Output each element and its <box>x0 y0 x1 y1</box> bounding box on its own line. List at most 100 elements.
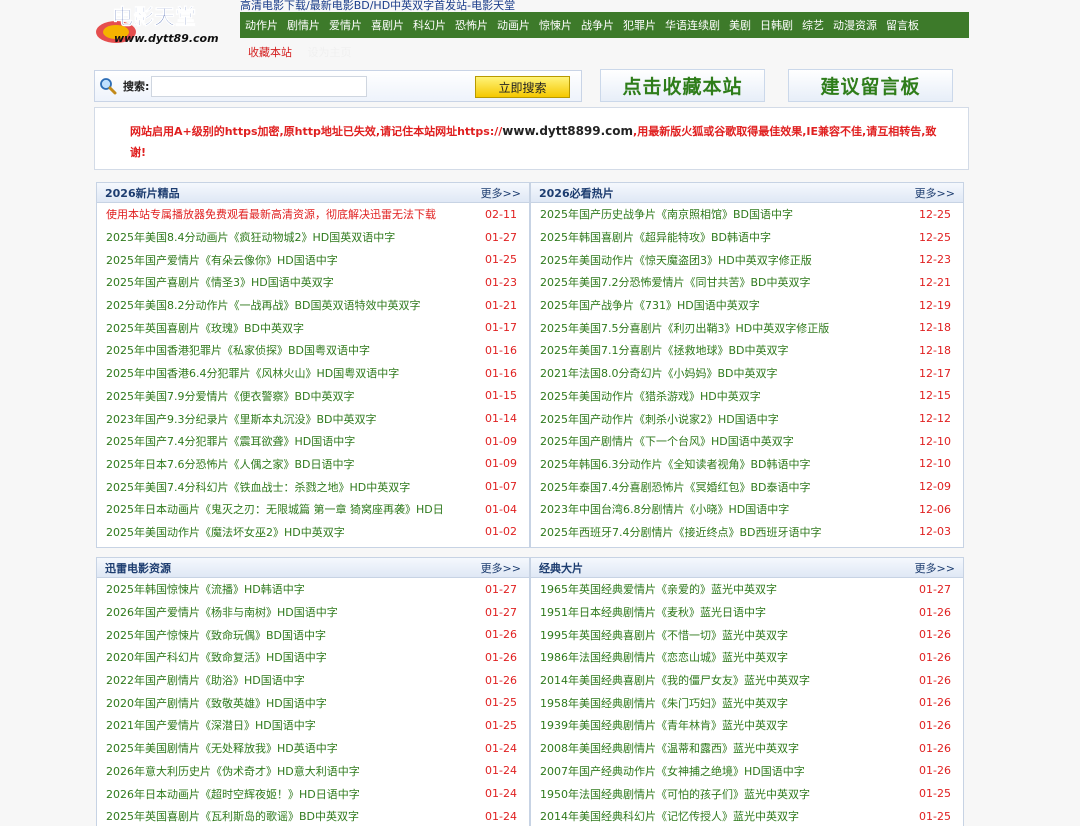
list-item: 2025年韩国6.3分动作片《全知读者视角》BD韩语中字 12-10 <box>531 453 963 476</box>
movie-link[interactable]: 2025年国产历史战争片《南京照相馆》BD国语中字 <box>540 206 793 222</box>
movie-link[interactable]: 2023年中国台湾6.8分剧情片《小晓》HD国语中字 <box>540 501 789 517</box>
nav-item[interactable]: 动漫资源 <box>833 17 877 33</box>
movie-link[interactable]: 2025年美国8.2分动作片《一战再战》BD国英双语特效中英双字 <box>106 297 421 313</box>
movie-link[interactable]: 2025年美国动作片《猎杀游戏》HD中英双字 <box>540 388 761 404</box>
set-homepage-link[interactable]: 设为主页 <box>308 46 352 59</box>
movie-link[interactable]: 2025年美国8.4分动画片《疯狂动物城2》HD国英双语中字 <box>106 229 395 245</box>
nav-item[interactable]: 华语连续剧 <box>665 17 720 33</box>
more-link[interactable]: 更多>> <box>915 560 955 576</box>
movie-link[interactable]: 1958年美国经典剧情片《朱门巧妇》蓝光中英双字 <box>540 695 788 711</box>
movie-link[interactable]: 1939年美国经典剧情片《青年林肯》蓝光中英双字 <box>540 717 788 733</box>
list-item: 2025年中国香港6.4分犯罪片《风林火山》HD国粤双语中字 01-16 <box>97 362 529 385</box>
movie-date: 12-09 <box>919 480 951 494</box>
movie-link[interactable]: 2025年美国剧情片《无处释放我》HD英语中字 <box>106 740 338 756</box>
movie-link[interactable]: 2020年国产剧情片《致敬英雄》HD国语中字 <box>106 695 327 711</box>
nav-item[interactable]: 日韩剧 <box>760 17 793 33</box>
movie-link[interactable]: 2025年国产战争片《731》HD国语中英双字 <box>540 297 760 313</box>
nav-item[interactable]: 科幻片 <box>413 17 446 33</box>
movie-link[interactable]: 1951年日本经典剧情片《麦秋》蓝光日语中字 <box>540 604 766 620</box>
box-title: 2026新片精品 <box>105 186 180 200</box>
movie-link[interactable]: 2021年国产爱情片《深潜日》HD国语中字 <box>106 717 316 733</box>
movie-link[interactable]: 1965年英国经典爱情片《亲爱的》蓝光中英双字 <box>540 581 777 597</box>
nav-item[interactable]: 留言板 <box>886 17 919 33</box>
movie-link[interactable]: 2025年泰国7.4分喜剧恐怖片《冥婚红包》BD泰语中字 <box>540 479 811 495</box>
nav-item[interactable]: 喜剧片 <box>371 17 404 33</box>
movie-date: 01-23 <box>485 275 517 289</box>
nav-item[interactable]: 犯罪片 <box>623 17 656 33</box>
movie-link[interactable]: 1986年法国经典剧情片《恋恋山城》蓝光中英双字 <box>540 649 788 665</box>
nav-item[interactable]: 战争片 <box>581 17 614 33</box>
movie-link[interactable]: 2008年美国经典剧情片《温蒂和露西》蓝光中英双字 <box>540 740 799 756</box>
notice-banner: 网站启用A+级别的https加密,原http地址已失效,请记住本站网址https… <box>94 107 969 170</box>
movie-link[interactable]: 2025年韩国喜剧片《超异能特攻》BD韩语中字 <box>540 229 771 245</box>
movie-link[interactable]: 2025年韩国6.3分动作片《全知读者视角》BD韩语中字 <box>540 456 811 472</box>
movie-link[interactable]: 2014年美国经典科幻片《记忆传授人》蓝光中英双字 <box>540 808 799 824</box>
list-item: 2026年日本动画片《超时空辉夜姬！》HD日语中字 01-24 <box>97 782 529 805</box>
list-item: 1995年英国经典喜剧片《不惜一切》蓝光中英双字 01-26 <box>531 623 963 646</box>
list-item: 1965年英国经典爱情片《亲爱的》蓝光中英双字 01-27 <box>531 578 963 601</box>
movie-link[interactable]: 2025年国产惊悚片《致命玩偶》BD国语中字 <box>106 627 326 643</box>
nav-item[interactable]: 爱情片 <box>329 17 362 33</box>
nav-item[interactable]: 剧情片 <box>287 17 320 33</box>
movie-link[interactable]: 2026年意大利历史片《伪术奇才》HD意大利语中字 <box>106 763 360 779</box>
nav-item[interactable]: 动画片 <box>497 17 530 33</box>
movie-link[interactable]: 2025年国产动作片《刺杀小说家2》HD国语中字 <box>540 411 779 427</box>
movie-link[interactable]: 2025年国产7.4分犯罪片《震耳欲聋》HD国语中字 <box>106 433 355 449</box>
list-item: 2025年美国7.9分爱情片《便衣警察》BD中英双字 01-15 <box>97 385 529 408</box>
bookmark-link[interactable]: 收藏本站 <box>248 46 292 59</box>
movie-link[interactable]: 2025年国产爱情片《有朵云像你》HD国语中字 <box>106 252 338 268</box>
movie-date: 01-07 <box>485 480 517 494</box>
nav-item[interactable]: 动作片 <box>245 17 278 33</box>
movie-date: 01-02 <box>485 525 517 539</box>
more-link[interactable]: 更多>> <box>915 185 955 201</box>
movie-date: 01-26 <box>919 605 951 619</box>
movie-date: 01-24 <box>485 741 517 755</box>
movie-list: 2025年国产历史战争片《南京照相馆》BD国语中字 12-25 2025年韩国喜剧片… <box>531 203 963 543</box>
movie-link[interactable]: 2014年美国经典喜剧片《我的僵尸女友》蓝光中英双字 <box>540 672 810 688</box>
bookmark-site-button[interactable]: 点击收藏本站 <box>600 69 765 102</box>
movie-date: 01-25 <box>485 718 517 732</box>
movie-link[interactable]: 2025年美国7.2分恐怖爱情片《同甘共苦》BD中英双字 <box>540 274 811 290</box>
movie-link[interactable]: 2025年国产剧情片《下一个台风》HD国语中英双字 <box>540 433 794 449</box>
movie-link[interactable]: 2023年国产9.3分纪录片《里斯本丸沉没》BD中英双字 <box>106 411 377 427</box>
nav-item[interactable]: 恐怖片 <box>455 17 488 33</box>
movie-link[interactable]: 2022年国产剧情片《助浴》HD国语中字 <box>106 672 305 688</box>
list-item: 2025年国产爱情片《有朵云像你》HD国语中字 01-25 <box>97 248 529 271</box>
more-link[interactable]: 更多>> <box>481 185 521 201</box>
movie-link[interactable]: 2025年美国动作片《惊天魔盗团3》HD中英双字修正版 <box>540 252 812 268</box>
movie-date: 12-15 <box>919 389 951 403</box>
movie-link[interactable]: 2026年日本动画片《超时空辉夜姬！》HD日语中字 <box>106 786 360 802</box>
nav-item[interactable]: 美剧 <box>729 17 751 33</box>
nav-item[interactable]: 惊悚片 <box>539 17 572 33</box>
movie-link[interactable]: 2021年法国8.0分奇幻片《小妈妈》BD中英双字 <box>540 365 778 381</box>
movie-link[interactable]: 2025年美国7.9分爱情片《便衣警察》BD中英双字 <box>106 388 355 404</box>
site-logo[interactable]: 电影天堂 www.dytt89.com <box>94 2 240 48</box>
movie-link[interactable]: 1950年法国经典剧情片《可怕的孩子们》蓝光中英双字 <box>540 786 810 802</box>
movie-link[interactable]: 2007年国产经典动作片《女神捕之绝境》HD国语中字 <box>540 763 805 779</box>
movie-link[interactable]: 2025年美国7.5分喜剧片《利刃出鞘3》HD中英双字修正版 <box>540 320 829 336</box>
movie-link[interactable]: 1995年英国经典喜剧片《不惜一切》蓝光中英双字 <box>540 627 788 643</box>
movie-link[interactable]: 2025年英国喜剧片《瓦利斯岛的歌谣》BD中英双字 <box>106 808 359 824</box>
movie-link[interactable]: 2025年西班牙7.4分剧情片《接近终点》BD西班牙语中字 <box>540 524 822 540</box>
movie-date: 01-26 <box>919 741 951 755</box>
movie-link[interactable]: 2025年美国动作片《魔法坏女巫2》HD中英双字 <box>106 524 345 540</box>
page-title: 高清电影下载/最新电影BD/HD中英双字首发站-电影天堂 <box>240 0 516 12</box>
more-link[interactable]: 更多>> <box>481 560 521 576</box>
movie-link[interactable]: 2026年国产爱情片《杨非与南树》HD国语中字 <box>106 604 338 620</box>
movie-link[interactable]: 2025年中国香港6.4分犯罪片《风林火山》HD国粤双语中字 <box>106 365 399 381</box>
movie-link[interactable]: 2025年国产喜剧片《情圣3》HD国语中英双字 <box>106 274 334 290</box>
search-button[interactable]: 立即搜索 <box>475 76 570 98</box>
movie-link[interactable]: 2020年国产科幻片《致命复活》HD国语中字 <box>106 649 327 665</box>
movie-link[interactable]: 2025年日本7.6分恐怖片《人偶之家》BD日语中字 <box>106 456 355 472</box>
movie-date: 01-25 <box>919 787 951 801</box>
movie-link[interactable]: 使用本站专属播放器免费观看最新高清资源，彻底解决迅雷无法下载 <box>106 206 436 222</box>
search-input[interactable] <box>151 75 368 97</box>
movie-link[interactable]: 2025年英国喜剧片《玫瑰》BD中英双字 <box>106 320 304 336</box>
movie-link[interactable]: 2025年美国7.1分喜剧片《拯救地球》BD中英双字 <box>540 342 789 358</box>
message-board-button[interactable]: 建议留言板 <box>788 69 953 102</box>
movie-link[interactable]: 2025年美国7.4分科幻片《铁血战士：杀戮之地》HD中英双字 <box>106 479 410 495</box>
movie-link[interactable]: 2025年中国香港犯罪片《私家侦探》BD国粤双语中字 <box>106 342 370 358</box>
movie-link[interactable]: 2025年韩国惊悚片《流播》HD韩语中字 <box>106 581 305 597</box>
movie-link[interactable]: 2025年日本动画片《鬼灭之刃：无限城篇 第一章 猗窝座再袭》HD日 <box>106 501 444 517</box>
nav-item[interactable]: 综艺 <box>802 17 824 33</box>
